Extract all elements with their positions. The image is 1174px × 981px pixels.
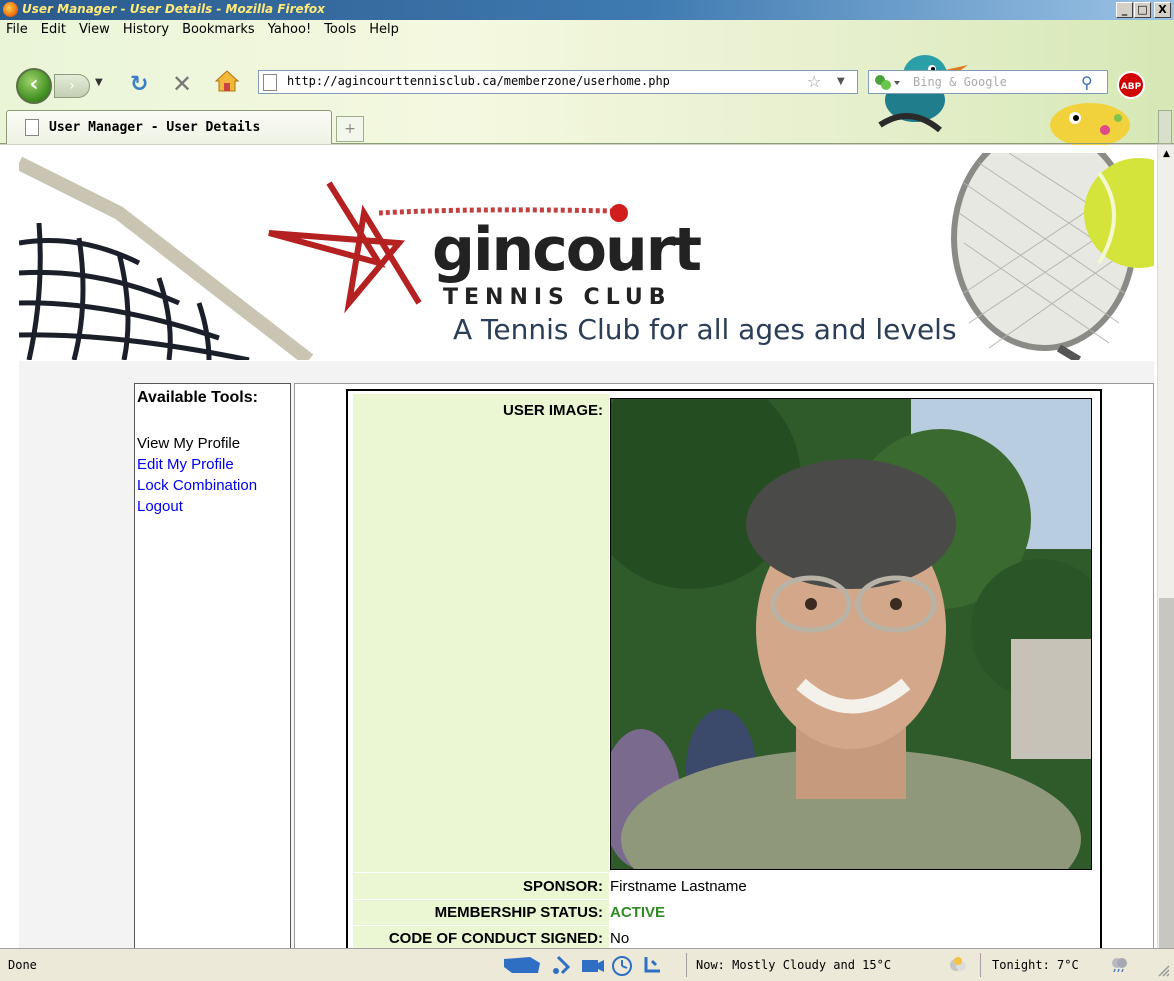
reload-icon[interactable]: ↻ bbox=[130, 72, 148, 97]
row-divider bbox=[353, 925, 1097, 926]
page-icon bbox=[263, 74, 277, 91]
menu-file[interactable]: File bbox=[6, 20, 28, 40]
adblock-icon[interactable]: ABP bbox=[1117, 71, 1145, 99]
user-image-label: USER IMAGE: bbox=[502, 402, 603, 419]
satellite-icon bbox=[553, 955, 571, 975]
menu-tools[interactable]: Tools bbox=[324, 20, 356, 40]
clock-icon bbox=[612, 956, 632, 976]
tab-list-scroll[interactable] bbox=[1158, 110, 1172, 144]
download-icon bbox=[644, 957, 660, 973]
menu-yahoo[interactable]: Yahoo! bbox=[268, 20, 311, 40]
tools-sidebar: Available Tools: View My Profile Edit My… bbox=[134, 383, 291, 948]
scroll-up-icon[interactable]: ▲ bbox=[1159, 146, 1174, 162]
banner-tagline: A Tennis Club for all ages and levels bbox=[453, 313, 957, 346]
maximize-button[interactable]: □ bbox=[1134, 2, 1151, 18]
tab-page-icon bbox=[25, 119, 39, 136]
resize-grip-icon[interactable] bbox=[1156, 963, 1170, 977]
tab-user-details[interactable]: User Manager - User Details bbox=[6, 110, 332, 144]
scroll-thumb[interactable] bbox=[1159, 598, 1174, 948]
window-title: User Manager - User Details - Mozilla Fi… bbox=[22, 2, 325, 16]
tab-bar: User Manager - User Details + bbox=[0, 108, 1174, 144]
weather-tonight-text[interactable]: Tonight: 7°C bbox=[992, 958, 1079, 972]
membership-status-label: MEMBERSHIP STATUS: bbox=[434, 904, 603, 921]
vertical-scrollbar[interactable]: ▲ bbox=[1157, 145, 1174, 948]
rain-weather-icon bbox=[1112, 958, 1127, 972]
sidebar-item-edit-profile[interactable]: Edit My Profile bbox=[137, 454, 257, 475]
sidebar-items: View My Profile Edit My Profile Lock Com… bbox=[137, 433, 257, 517]
search-bar[interactable]: Bing & Google ⚲ bbox=[868, 70, 1108, 94]
label-column bbox=[353, 394, 609, 948]
close-button[interactable]: X bbox=[1154, 2, 1171, 18]
weather-now-text[interactable]: Now: Mostly Cloudy and 15°C bbox=[696, 958, 891, 972]
tab-label: User Manager - User Details bbox=[49, 120, 261, 135]
url-dropdown-icon[interactable]: ▼ bbox=[837, 76, 845, 87]
main-panel: USER IMAGE: SPONSOR: Firstname Lastname … bbox=[294, 383, 1154, 948]
code-of-conduct-value: No bbox=[610, 930, 630, 947]
brand-wordmark: gincourt bbox=[432, 215, 702, 285]
menu-bar: File Edit View History Bookmarks Yahoo! … bbox=[6, 20, 399, 40]
membership-status-value: ACTIVE bbox=[610, 904, 666, 921]
status-separator bbox=[980, 953, 981, 977]
navigation-toolbar: ‹ › ▼ ↻ ✕ http://agincourttennisclub.ca/… bbox=[0, 62, 1174, 104]
forward-arrow-icon[interactable]: › bbox=[54, 74, 90, 98]
minimize-button[interactable]: _ bbox=[1116, 2, 1133, 18]
map-icon bbox=[504, 957, 540, 973]
cloudy-weather-icon bbox=[950, 957, 966, 971]
brand-subtitle: TENNIS CLUB bbox=[443, 285, 672, 310]
search-engine-icon[interactable] bbox=[872, 74, 902, 92]
search-icon[interactable]: ⚲ bbox=[1081, 73, 1093, 92]
sponsor-label: SPONSOR: bbox=[522, 878, 603, 895]
user-details-table: USER IMAGE: SPONSOR: Firstname Lastname … bbox=[346, 389, 1102, 948]
stop-icon[interactable]: ✕ bbox=[172, 70, 192, 98]
user-photo bbox=[610, 398, 1092, 870]
status-bar: Done Now: Mostly Cloudy and 15°C Tonight… bbox=[0, 948, 1174, 981]
menu-edit[interactable]: Edit bbox=[41, 20, 66, 40]
camera-icon bbox=[582, 960, 604, 972]
sidebar-item-view-profile: View My Profile bbox=[137, 435, 241, 452]
new-tab-button[interactable]: + bbox=[336, 116, 364, 142]
menu-help[interactable]: Help bbox=[369, 20, 399, 40]
home-icon[interactable] bbox=[215, 70, 239, 92]
row-divider bbox=[353, 899, 1097, 900]
history-dropdown-icon[interactable]: ▼ bbox=[95, 77, 103, 88]
url-bar[interactable]: http://agincourttennisclub.ca/memberzone… bbox=[258, 70, 858, 94]
title-bar: User Manager - User Details - Mozilla Fi… bbox=[0, 0, 1174, 20]
url-text[interactable]: http://agincourttennisclub.ca/memberzone… bbox=[287, 74, 670, 88]
firefox-icon bbox=[3, 2, 18, 17]
row-divider bbox=[353, 872, 1097, 873]
code-of-conduct-label: CODE OF CONDUCT SIGNED: bbox=[388, 930, 603, 947]
user-photo-image bbox=[611, 399, 1091, 869]
menu-view[interactable]: View bbox=[79, 20, 110, 40]
status-separator bbox=[686, 953, 687, 977]
back-arrow-icon[interactable]: ‹ bbox=[16, 68, 52, 104]
bookmark-star-icon[interactable]: ☆ bbox=[807, 72, 821, 91]
status-addon-icons bbox=[504, 955, 660, 976]
search-input[interactable]: Bing & Google bbox=[913, 75, 1007, 89]
sponsor-value: Firstname Lastname bbox=[610, 878, 747, 895]
sidebar-heading: Available Tools: bbox=[137, 389, 258, 406]
browser-window: User Manager - User Details - Mozilla Fi… bbox=[0, 0, 1174, 981]
club-banner: gincourt TENNIS CLUB A Tennis Club for a… bbox=[19, 153, 1154, 360]
status-text: Done bbox=[8, 958, 37, 972]
menu-bookmarks[interactable]: Bookmarks bbox=[182, 20, 255, 40]
page-content: gincourt TENNIS CLUB A Tennis Club for a… bbox=[0, 145, 1157, 948]
sidebar-item-lock-combination[interactable]: Lock Combination bbox=[137, 475, 257, 496]
menu-history[interactable]: History bbox=[123, 20, 169, 40]
sidebar-item-logout[interactable]: Logout bbox=[137, 496, 257, 517]
